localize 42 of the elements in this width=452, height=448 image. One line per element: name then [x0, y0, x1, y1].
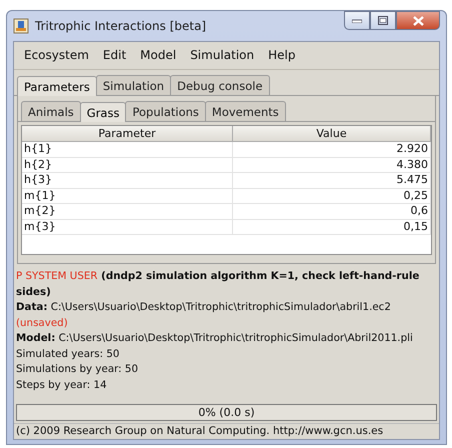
tab[interactable]: Animals — [21, 101, 81, 121]
menu-item[interactable]: Simulation — [184, 46, 260, 64]
menu-item[interactable]: Edit — [96, 46, 132, 64]
file-path: Data: C:\Users\Usuario\Desktop\Tritrophic\tritrophicSimulador\abril1.ec2 — [16, 300, 392, 315]
minimize-button[interactable] — [344, 11, 370, 30]
footer-text: (c) 2009 Research Group on Natural Computing. http://www.gcn.us.es — [14, 423, 439, 439]
menu-item[interactable]: Help — [262, 46, 302, 64]
tab[interactable]: Simulation — [96, 75, 172, 95]
stat-line: Simulations by year: 50 — [16, 362, 140, 377]
maximize-button[interactable] — [370, 11, 396, 30]
table-cell: 0,25 — [233, 188, 431, 204]
table-cell: m{2} — [22, 204, 233, 220]
window-title: Tritrophic Interactions [beta] — [35, 19, 208, 33]
tab[interactable]: Parameters — [17, 76, 97, 96]
stat-line: Simulated years: 50 — [16, 346, 120, 362]
tab[interactable]: Debug console — [170, 75, 270, 95]
app-icon — [13, 18, 29, 34]
table-cell: h{1} — [22, 142, 233, 158]
menu-item[interactable]: Ecosystem — [18, 46, 95, 64]
table-cell: 0,6 — [233, 204, 431, 220]
system-description: P SYSTEM USER (dndp2 simulation algorithm K=1, check left-hand-rule sides) — [16, 269, 420, 300]
table-cell: 5.475 — [233, 173, 431, 188]
table-cell: 2.920 — [233, 142, 431, 158]
tab[interactable]: Grass — [80, 102, 126, 122]
table-cell: 0,15 — [233, 220, 431, 235]
table-cell: h{3} — [22, 173, 233, 188]
close-button[interactable] — [396, 11, 440, 30]
unsaved-note: (unsaved) — [16, 316, 69, 330]
menu-item[interactable]: Model — [134, 46, 182, 64]
stat-line: Steps by year: 14 — [16, 378, 108, 392]
file-path: Model: C:\Users\Usuario\Desktop\Tritrophic\tritrophicSimulador\Abril2011.pli — [16, 331, 414, 346]
table-cell: h{2} — [22, 158, 233, 173]
table-cell: 4.380 — [233, 158, 431, 173]
column-header[interactable]: Parameter — [22, 126, 233, 142]
table-cell: m{1} — [22, 188, 233, 204]
close-icon — [412, 16, 424, 26]
tab[interactable]: Populations — [125, 101, 206, 121]
minimize-icon — [352, 18, 362, 22]
table-cell: m{3} — [22, 220, 233, 235]
column-header[interactable]: Value — [233, 126, 431, 142]
tab[interactable]: Movements — [204, 101, 286, 121]
maximize-icon — [378, 16, 388, 25]
